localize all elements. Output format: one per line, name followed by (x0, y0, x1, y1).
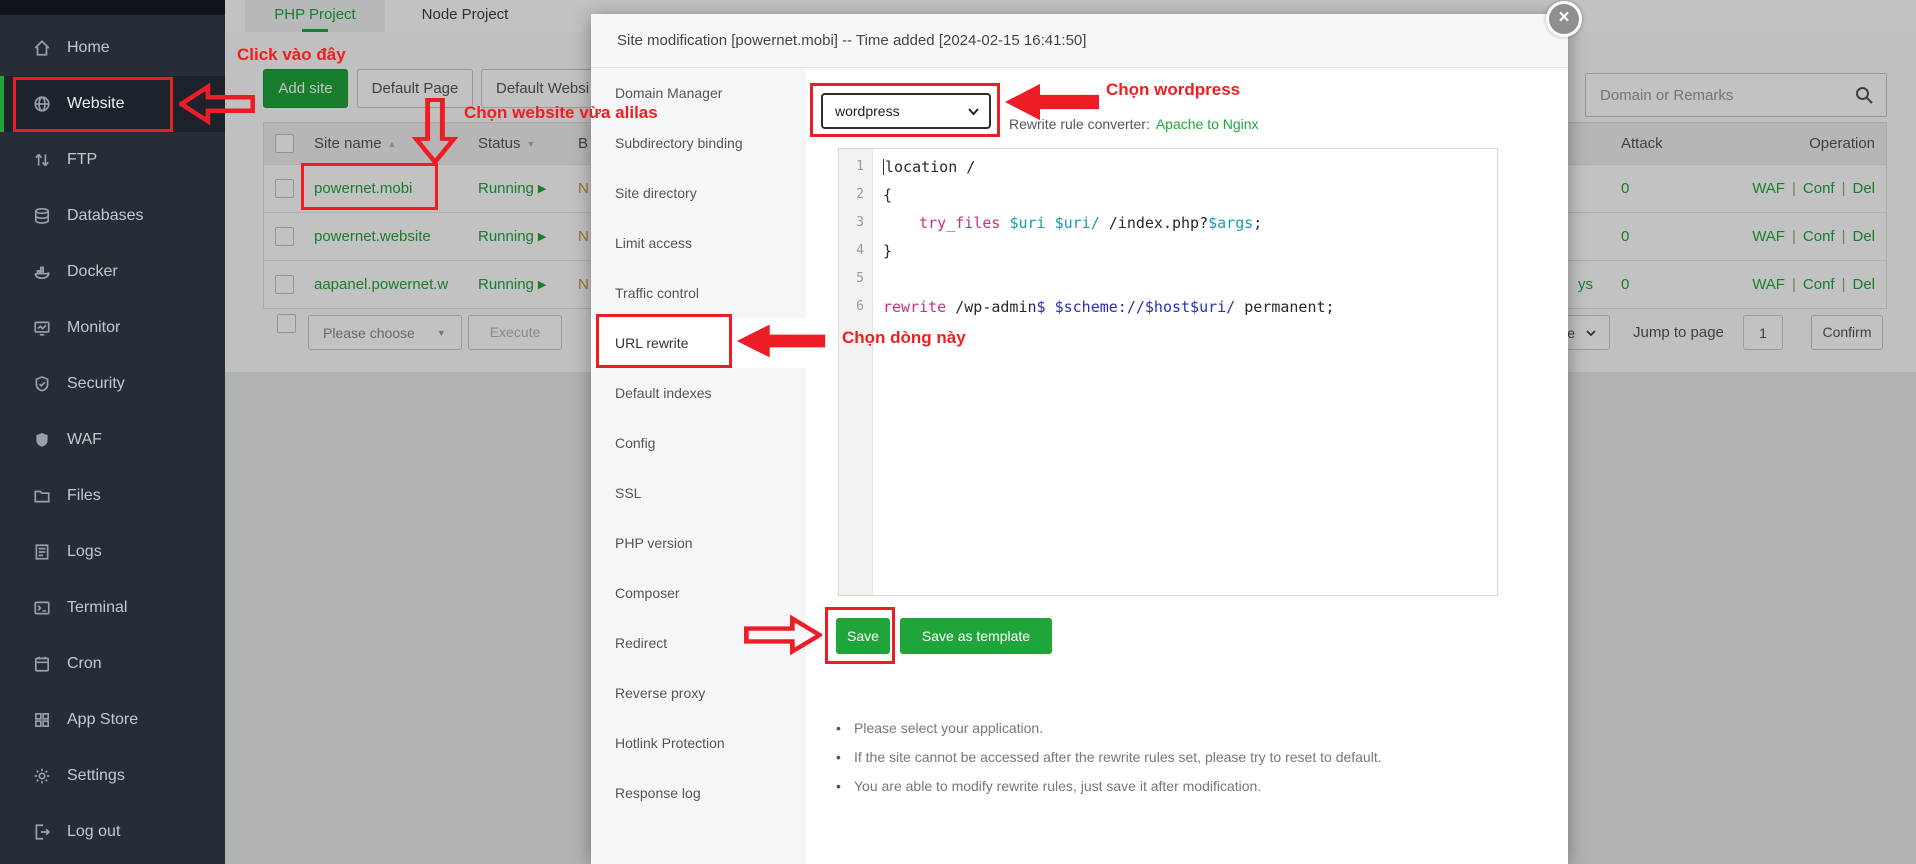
sidebar-item-label: Logs (67, 543, 102, 561)
code-line: location / (883, 153, 1497, 181)
menu-item-ssl[interactable]: SSL (591, 468, 806, 518)
code-line (883, 265, 1497, 293)
annotation-arrow-left-url-rewrite (734, 321, 828, 361)
home-icon (33, 39, 51, 57)
menu-item-reverse-proxy[interactable]: Reverse proxy (591, 668, 806, 718)
annotation-choose-website: Chọn website vừa alilas (464, 103, 658, 123)
sidebar-item-databases[interactable]: Databases (0, 188, 225, 244)
menu-item-php-version[interactable]: PHP version (591, 518, 806, 568)
save-as-template-button[interactable]: Save as template (900, 618, 1052, 654)
site-modification-modal: Site modification [powernet.mobi] -- Tim… (591, 14, 1568, 864)
sidebar-item-label: Cron (67, 655, 102, 673)
sidebar-item-waf[interactable]: WAF (0, 412, 225, 468)
sidebar-item-label: FTP (67, 151, 97, 169)
note-item: •Please select your application. (836, 720, 1382, 736)
grid-icon (33, 711, 51, 729)
code-line: rewrite /wp-admin$ $scheme://$host$uri/ … (883, 293, 1497, 321)
code-line: { (883, 181, 1497, 209)
sidebar-item-label: Docker (67, 263, 118, 281)
sidebar-item-label: Home (67, 39, 110, 57)
transfer-arrows-icon (33, 151, 51, 169)
sidebar-item-label: Terminal (67, 599, 127, 617)
note-item: •If the site cannot be accessed after th… (836, 749, 1382, 765)
sidebar-top-strip (0, 0, 225, 15)
code-line: } (883, 237, 1497, 265)
shield-check-icon (33, 375, 51, 393)
menu-item-config[interactable]: Config (591, 418, 806, 468)
annotation-arrow-right-save (744, 615, 822, 655)
sidebar-item-ftp[interactable]: FTP (0, 132, 225, 188)
sidebar-item-label: Monitor (67, 319, 120, 337)
menu-item-hotlink-protection[interactable]: Hotlink Protection (591, 718, 806, 768)
annotation-box-wordpress-select (810, 83, 1000, 137)
text-cursor (883, 159, 884, 175)
sidebar-item-docker[interactable]: Docker (0, 244, 225, 300)
annotation-choose-line: Chọn dòng này (842, 328, 966, 348)
menu-item-traffic-control[interactable]: Traffic control (591, 268, 806, 318)
gear-icon (33, 767, 51, 785)
sidebar-item-label: Settings (67, 767, 125, 785)
menu-item-default-indexes[interactable]: Default indexes (591, 368, 806, 418)
sidebar-item-label: Databases (67, 207, 144, 225)
menu-item-subdirectory-binding[interactable]: Subdirectory binding (591, 118, 806, 168)
annotation-arrow-left-website (179, 83, 255, 125)
sidebar-item-home[interactable]: Home (0, 20, 225, 76)
sidebar-item-label: Security (67, 375, 125, 393)
sidebar-item-label: App Store (67, 711, 138, 729)
annotation-box-save (825, 607, 895, 664)
sidebar-item-app-store[interactable]: App Store (0, 692, 225, 748)
monitor-icon (33, 319, 51, 337)
rewrite-notes: •Please select your application. •If the… (836, 720, 1382, 807)
database-icon (33, 207, 51, 225)
rewrite-code-editor[interactable]: 1 2 3 4 5 6 location / { try_files $uri … (838, 148, 1498, 596)
sidebar-item-terminal[interactable]: Terminal (0, 580, 225, 636)
shield-icon (33, 431, 51, 449)
annotation-box-url-rewrite (596, 314, 732, 368)
sidebar-item-label: Files (67, 487, 101, 505)
editor-gutter: 1 2 3 4 5 6 (839, 149, 873, 595)
sidebar-item-label: Log out (67, 823, 120, 841)
sidebar-item-security[interactable]: Security (0, 356, 225, 412)
menu-item-site-directory[interactable]: Site directory (591, 168, 806, 218)
annotation-click-here: Click vào đây (237, 45, 346, 65)
app-screen: Home Website FTP Databases Docker Monito… (0, 0, 1916, 864)
sidebar-item-monitor[interactable]: Monitor (0, 300, 225, 356)
menu-item-response-log[interactable]: Response log (591, 768, 806, 818)
calendar-icon (33, 655, 51, 673)
editor-code-area[interactable]: location / { try_files $uri $uri/ /index… (873, 149, 1497, 595)
annotation-arrow-left-wordpress (1002, 80, 1102, 124)
menu-item-composer[interactable]: Composer (591, 568, 806, 618)
annotation-choose-wordpress: Chọn wordpress (1106, 80, 1240, 100)
sidebar-item-settings[interactable]: Settings (0, 748, 225, 804)
modal-title: Site modification [powernet.mobi] -- Tim… (617, 14, 1086, 68)
apache-to-nginx-link[interactable]: Apache to Nginx (1156, 116, 1259, 132)
note-item: •You are able to modify rewrite rules, j… (836, 778, 1382, 794)
annotation-box-website (13, 77, 173, 132)
menu-item-limit-access[interactable]: Limit access (591, 218, 806, 268)
sidebar-item-cron[interactable]: Cron (0, 636, 225, 692)
sidebar-item-logout[interactable]: Log out (0, 804, 225, 860)
folder-icon (33, 487, 51, 505)
logout-icon (33, 823, 51, 841)
annotation-arrow-down-site (412, 98, 458, 164)
close-icon[interactable]: × (1546, 1, 1582, 37)
modal-header: Site modification [powernet.mobi] -- Tim… (591, 14, 1568, 68)
sidebar-item-logs[interactable]: Logs (0, 524, 225, 580)
code-line: try_files $uri $uri/ /index.php?$args; (883, 209, 1497, 237)
modal-content: wordpress Rewrite rule converter:Apache … (806, 68, 1568, 864)
docker-icon (33, 263, 51, 281)
sidebar-item-files[interactable]: Files (0, 468, 225, 524)
document-lines-icon (33, 543, 51, 561)
annotation-box-powernet-mobi (301, 163, 438, 210)
terminal-icon (33, 599, 51, 617)
modal-menu: Domain Manager Subdirectory binding Site… (591, 68, 806, 864)
sidebar-item-label: WAF (67, 431, 102, 449)
